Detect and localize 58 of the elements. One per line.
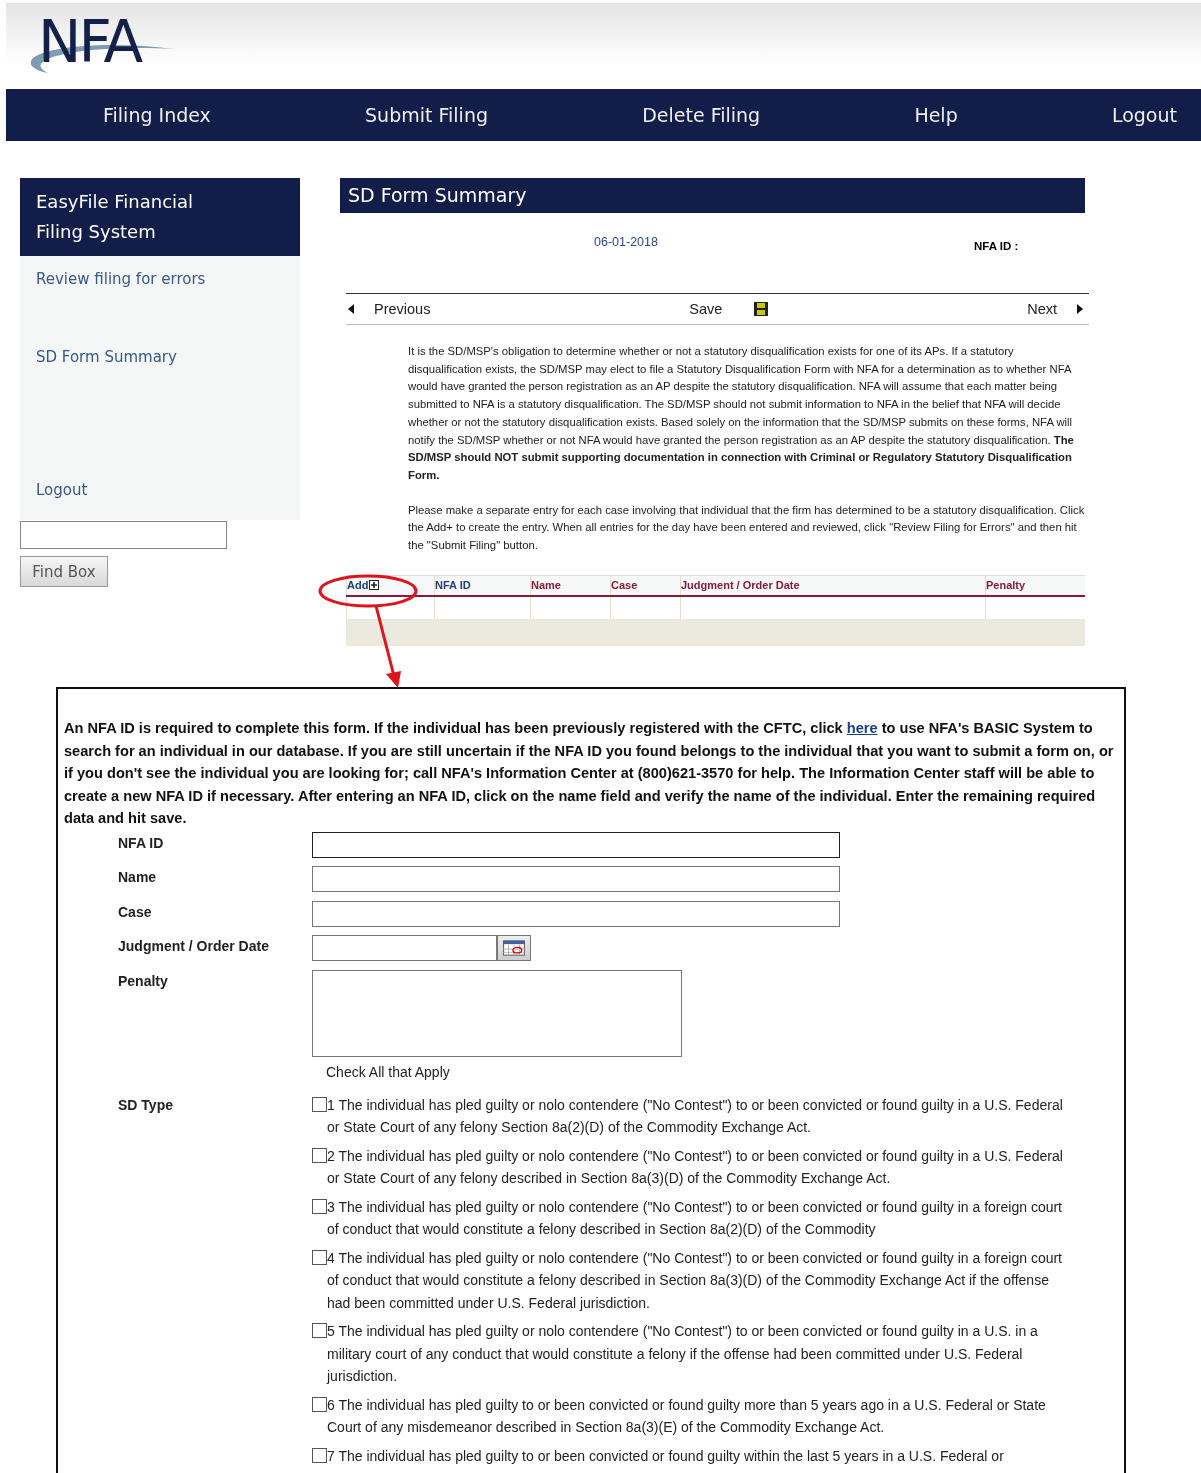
- notice-paragraph: An NFA ID is required to complete this form. If the individual has been previously registered with the CFTC, click here to use NFA's BASIC System to search for an individual in our database. If you are still uncertain if the NFA ID you found belongs to the individual that you want to submit a form on, or if you don't see the individual you are looking for; call NFA's Information Center at (800)621-3570 for help. The Information Center staff will be able to create a new NFA ID if necessary. After entering an NFA ID, click on the name field and verify the name of the individual. Enter the remaining required data and hit save.: [64, 719, 1114, 828]
- nav-link[interactable]: Delete Filing: [642, 104, 761, 126]
- next-link[interactable]: Next: [1027, 301, 1057, 317]
- check-hint: Check All that Apply: [326, 1063, 451, 1080]
- previous-link[interactable]: Previous: [374, 301, 431, 317]
- filing-date: 06-01-2018: [594, 235, 658, 249]
- field-label: Case: [118, 902, 153, 920]
- text-field[interactable]: [312, 831, 840, 858]
- checkbox[interactable]: [312, 1147, 327, 1163]
- left-arrow-icon[interactable]: [348, 304, 354, 314]
- option-text: 5 The individual has pled guilty or nolo contendere ("No Contest") to or been convicted or found guilty in a U.S. in a military court of any conduct that would constitute a felony if the offense had been committed under U.S. Federal jurisdiction.: [327, 1322, 1039, 1386]
- right-arrow-icon[interactable]: [1077, 304, 1083, 314]
- instructions-paragraph: Please make a separate entry for each case involving that individual that the firm has determined to be a statutory disqualification. Click the Add+ to create the entry. When all entries for the day have been entered and reviewed, click "Review Filing for Errors" and then hit the "Submit Filing" button.: [408, 502, 1085, 554]
- field-label: Judgment / Order Date: [118, 937, 270, 954]
- column-header[interactable]: NFA ID: [435, 579, 471, 592]
- column-header[interactable]: Name: [531, 579, 561, 592]
- field-label: Penalty: [118, 971, 169, 989]
- checkbox[interactable]: [312, 1198, 327, 1214]
- sidebar-link[interactable]: SD Form Summary: [36, 348, 284, 366]
- column-header[interactable]: Judgment / Order Date: [681, 579, 800, 592]
- column-header[interactable]: Penalty: [986, 579, 1026, 592]
- checkbox[interactable]: [312, 1447, 327, 1463]
- option-text: 3 The individual has pled guilty or nolo contendere ("No Contest") to or been convicted or found guilty in a foreign court of conduct that would constitute a felony described in Section 8a(2)(D) of the Commodity: [327, 1197, 1063, 1239]
- checkbox[interactable]: [312, 1096, 327, 1112]
- field-label: NFA ID: [118, 833, 165, 851]
- find-field[interactable]: [20, 521, 227, 549]
- plus-icon[interactable]: [369, 580, 380, 591]
- checkbox[interactable]: [312, 1249, 327, 1265]
- nfa-logo[interactable]: NFA: [26, 13, 176, 77]
- option-text: 1 The individual has pled guilty or nolo contendere ("No Contest") to or been convicted or found guilty in a U.S. Federal or State Court of any felony Section 8a(2)(D) of the Commodity Exchange Act.: [327, 1095, 1064, 1137]
- find-button[interactable]: Find Box: [20, 556, 108, 587]
- nfa-id-label: NFA ID :: [974, 240, 1019, 252]
- nav-link[interactable]: Filing Index: [103, 104, 211, 126]
- column-header[interactable]: Case: [611, 579, 638, 592]
- option-text: 4 The individual has pled guilty or nolo contendere ("No Contest") to or been convicted or found guilty in a foreign court of conduct that would constitute a felony described in Section 8a(3)(D) of the Commodity Exchange Act if the offense had been committed under U.S. Federal jurisdiction.: [327, 1248, 1063, 1313]
- sidebar-title: EasyFile Financial Filing System: [20, 178, 300, 256]
- option-text: 7 The individual has pled guilty to or been convicted or found guilty within the last 5 years in a U.S. Federal or: [327, 1446, 1005, 1466]
- nav-link[interactable]: Submit Filing: [365, 104, 488, 126]
- field-label: SD Type: [118, 1095, 174, 1115]
- option-text: 6 The individual has pled guilty to or been convicted or found guilty more than 5 years ago in a U.S. Federal or State Court of any misdemeanor described in Section 8a(3)(E) of the Commodity Exchange Act.: [327, 1395, 1047, 1437]
- save-link[interactable]: Save: [689, 301, 723, 317]
- sidebar-link[interactable]: Logout: [36, 481, 284, 499]
- date-field[interactable]: [312, 935, 497, 961]
- nav-link[interactable]: Logout: [1111, 104, 1177, 126]
- here-link[interactable]: here: [846, 720, 878, 736]
- option-text: 2 The individual has pled guilty or nolo contendere ("No Contest") to or been convicted or found guilty in a U.S. Federal or State Court of any felony described in Section 8a(3)(D) of the Commodity Exchange Act.: [327, 1146, 1064, 1188]
- checkbox[interactable]: [312, 1323, 327, 1338]
- checkbox[interactable]: [312, 1396, 327, 1412]
- nav-link[interactable]: Help: [914, 104, 958, 126]
- sidebar-link[interactable]: Review filing for errors: [36, 270, 284, 288]
- calendar-button[interactable]: [497, 935, 531, 961]
- field-label: Name: [118, 868, 158, 885]
- intro-paragraph: It is the SD/MSP's obligation to determine whether or not a statutory disqualification exists for one of its APs. If a statutory disqualification exists, the SD/MSP may elect to file a Statutory Disqualification Form with NFA for a determination as to whether NFA would have granted the person registration as an AP despite the statutory disqualification. NFA will assume that each matter being submitted to NFA is a statutory disqualification. The SD/MSP should not submit information to NFA in the belief that NFA will decide whether or not the statutory disqualification exists. Based solely on the information that the SD/MSP submits on these forms, NFA will notify the SD/MSP whether or not NFA would have granted the person registration as an AP despite the statutory disqualification. The SD/MSP should NOT submit supporting documentation in connection with Criminal or Regulatory Statutory Disqualification Form.: [408, 344, 1075, 483]
- text-field[interactable]: [312, 900, 840, 927]
- penalty-field[interactable]: [312, 969, 682, 1057]
- section-title: SD Form Summary: [340, 178, 1085, 213]
- text-field[interactable]: [312, 866, 840, 892]
- column-header[interactable]: Add: [347, 579, 369, 592]
